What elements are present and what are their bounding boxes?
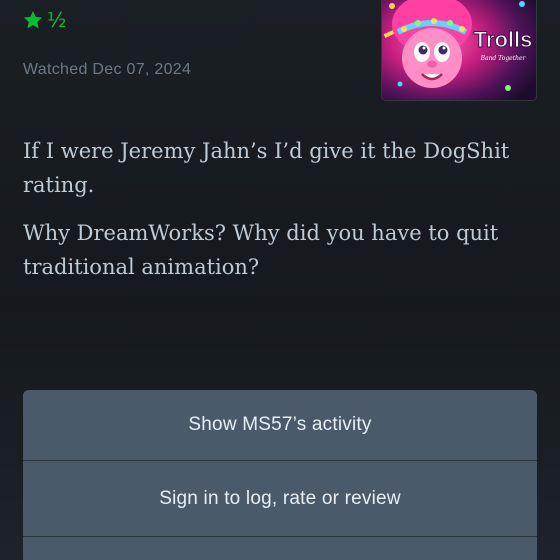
action-button[interactable] — [23, 537, 537, 560]
half-star-glyph: ½ — [47, 8, 67, 32]
review-body: If I were Jeremy Jahn’s I’d give it the … — [23, 134, 523, 298]
poster-title: Trolls — [474, 27, 533, 52]
sign-in-button[interactable]: Sign in to log, rate or review — [23, 461, 537, 537]
show-activity-button[interactable]: Show MS57’s activity — [23, 390, 537, 461]
review-paragraph: Why DreamWorks? Why did you have to quit… — [23, 221, 499, 279]
review-paragraph: If I were Jeremy Jahn’s I’d give it the … — [23, 139, 510, 197]
action-panel: Show MS57’s activity Sign in to log, rat… — [23, 390, 537, 560]
star-icon — [23, 10, 43, 29]
poster-artwork: Trolls Band Together — [382, 0, 536, 100]
star-rating: ½ — [22, 6, 66, 34]
watched-date: Watched Dec 07, 2024 — [23, 61, 192, 78]
film-poster[interactable]: Trolls Band Together — [382, 0, 536, 100]
poster-subtitle: Band Together — [480, 55, 527, 62]
